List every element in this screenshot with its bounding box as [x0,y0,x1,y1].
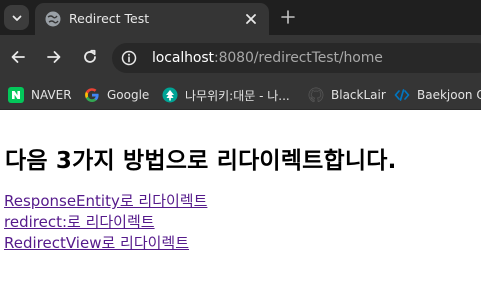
baekjoon-icon [394,87,410,103]
link-redirect-prefix[interactable]: redirect:로 리다이렉트 [4,211,155,232]
link-redirect-view[interactable]: RedirectView로 리다이렉트 [4,232,189,253]
arrow-right-icon [47,51,61,63]
site-info-button[interactable] [118,47,140,69]
url-path: :8080/redirectTest/home [213,50,383,66]
google-icon [84,87,100,103]
tab-strip: Redirect Test [0,0,481,35]
bookmark-label: Baekjoon O [417,88,481,102]
bookmark-naver[interactable]: NAVER [8,87,72,103]
browser-toolbar: localhost:8080/redirectTest/home [0,35,481,80]
globe-icon [45,11,61,27]
url-host: localhost [152,50,214,66]
reload-icon [84,49,96,63]
address-bar[interactable]: localhost:8080/redirectTest/home [112,43,481,73]
tab-search-button[interactable] [4,5,29,30]
bookmark-namuwiki[interactable]: 나무위키:대문 - 나... [162,87,290,103]
reload-button[interactable] [80,47,100,67]
close-icon [246,14,256,24]
tab-close-button[interactable] [241,9,261,29]
bookmarks-bar: NAVER Google 나무위키:대문 - 나... BlackLair Ba… [0,80,481,110]
bookmark-blacklair[interactable]: BlackLair [308,87,386,103]
bookmark-label: 나무위키:대문 - 나... [185,88,290,103]
active-tab[interactable]: Redirect Test [35,3,269,35]
namuwiki-icon [162,87,178,103]
tune-icon [121,50,137,66]
bookmark-label: Google [107,88,150,102]
forward-button[interactable] [44,47,64,67]
page-content: 다음 3가지 방법으로 리다이렉트합니다. ResponseEntity로 리다… [0,111,481,292]
back-button[interactable] [8,47,28,67]
bookmark-google[interactable]: Google [84,87,149,103]
bookmark-label: BlackLair [331,88,386,102]
naver-icon [8,87,24,103]
chevron-down-icon [12,15,21,21]
arrow-left-icon [11,51,25,63]
github-icon [308,87,324,103]
url-text: localhost:8080/redirectTest/home [152,50,383,66]
bookmark-label: NAVER [31,88,72,102]
new-tab-button[interactable] [277,6,299,28]
tab-title: Redirect Test [69,11,150,26]
page-heading: 다음 3가지 방법으로 리다이렉트합니다. [5,148,397,174]
link-response-entity-redirect[interactable]: ResponseEntity로 리다이렉트 [4,190,207,211]
plus-icon [281,10,295,24]
bookmark-baekjoon[interactable]: Baekjoon O [394,87,481,103]
